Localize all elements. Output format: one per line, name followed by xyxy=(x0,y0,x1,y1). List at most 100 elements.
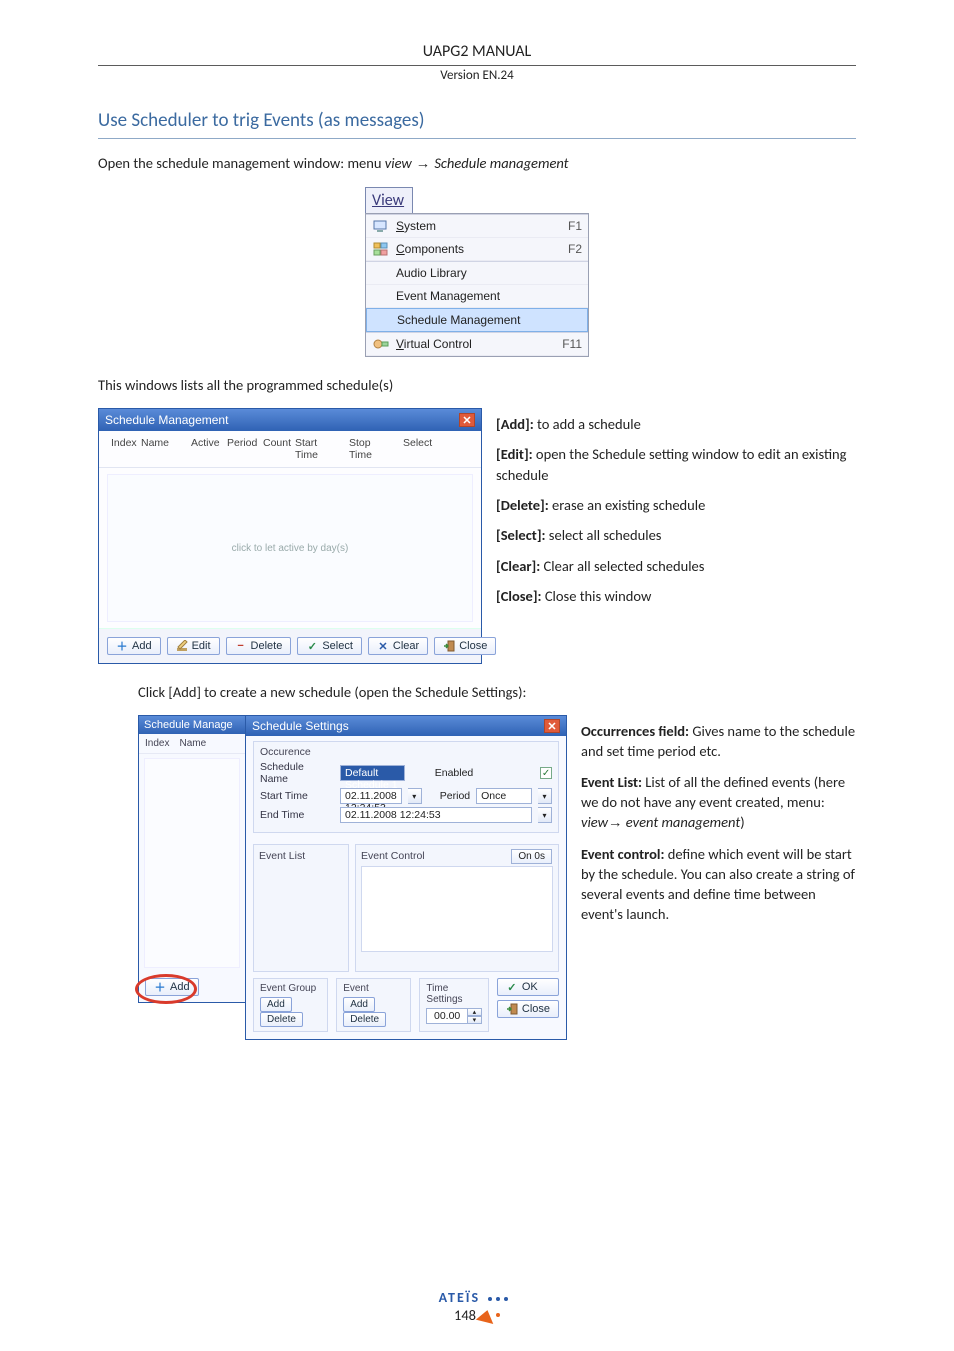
col-stop: Stop Time xyxy=(345,435,399,463)
ss-desc-occ: Occurrences field: Gives name to the sch… xyxy=(581,721,856,762)
ss-desc-occ-label: Occurrences field: xyxy=(581,722,689,740)
open-italic-schedule: Schedule management xyxy=(434,154,568,172)
clear-button[interactable]: ✕ Clear xyxy=(368,637,428,655)
header-rule xyxy=(98,65,856,66)
enabled-checkbox[interactable]: ✓ xyxy=(540,767,552,779)
btn-label: OK xyxy=(522,981,538,993)
section-heading: Use Scheduler to trig Events (as message… xyxy=(98,109,856,132)
ss-left-col-index: Index xyxy=(145,738,169,749)
desc-edit-label: [Edit]: xyxy=(496,445,533,463)
plus-icon: ＋ xyxy=(154,981,166,993)
ev-add-button[interactable]: Add xyxy=(343,997,375,1012)
eg-add-button[interactable]: Add xyxy=(260,997,292,1012)
open-schedule-line: Open the schedule management window: men… xyxy=(98,153,856,175)
spinner-down-icon[interactable]: ▾ xyxy=(468,1016,482,1024)
section-rule xyxy=(98,138,856,139)
desc-select-text: select all schedules xyxy=(546,526,662,544)
open-arrow: → xyxy=(412,156,435,172)
ss-desc-evlist-em: event management xyxy=(626,813,740,831)
ss-desc-evlist-text-b: ) xyxy=(740,813,744,831)
ss-desc-evlist: Event List: List of all the defined even… xyxy=(581,772,856,834)
view-menu-item-event-management[interactable]: Event Management xyxy=(366,285,588,308)
event-group-box: Event Group Add Delete xyxy=(253,978,328,1032)
desc-add-label: [Add]: xyxy=(496,415,534,433)
onoff-button[interactable]: On 0s xyxy=(511,849,552,864)
menu-label: Components xyxy=(396,242,562,256)
desc-clear: [Clear]: Clear all selected schedules xyxy=(496,556,856,576)
start-time-label: Start Time xyxy=(260,790,334,802)
menu-label: System xyxy=(396,219,562,233)
schedule-settings-window: Schedule Settings ✕ Occurence Schedule N… xyxy=(245,715,567,1040)
close-icon[interactable]: ✕ xyxy=(544,719,560,733)
btn-label: Select xyxy=(322,640,353,652)
dropdown-icon[interactable]: ▾ xyxy=(408,788,422,804)
desc-delete-text: erase an existing schedule xyxy=(549,496,706,514)
menu-key: F1 xyxy=(568,219,582,233)
schedule-name-input[interactable]: Default Schedule 1 xyxy=(340,765,405,781)
open-italic-view: view xyxy=(385,154,412,172)
desc-delete-label: [Delete]: xyxy=(496,496,549,514)
desc-add-text: to add a schedule xyxy=(534,415,641,433)
desc-add: [Add]: to add a schedule xyxy=(496,414,856,434)
left-add-button[interactable]: ＋ Add xyxy=(145,978,199,996)
event-control-panel: Event Control On 0s xyxy=(355,844,559,972)
menu-label: Virtual Control xyxy=(396,337,556,351)
footer-triangle-icon xyxy=(476,1308,496,1324)
col-select: Select xyxy=(399,435,435,463)
select-button[interactable]: ✓Select xyxy=(297,637,362,655)
period-select[interactable]: Once xyxy=(476,788,532,804)
desc-close: [Close]: Close this window xyxy=(496,586,856,606)
btn-label: Close xyxy=(459,640,487,652)
btn-label: Add xyxy=(170,981,190,993)
sm-placeholder: click to let active by day(s) xyxy=(107,474,473,622)
view-menu-item-audio-library[interactable]: Audio Library xyxy=(366,261,588,285)
view-menu-item-virtual-control[interactable]: Virtual Control F11 xyxy=(366,332,588,356)
list-line: This windows lists all the programmed sc… xyxy=(98,375,856,396)
virtual-control-icon xyxy=(372,336,390,352)
check-icon: ✓ xyxy=(506,981,518,993)
close-button[interactable]: Close xyxy=(434,637,496,655)
event-box: Event Add Delete xyxy=(336,978,411,1032)
ss-left-title: Schedule Manage xyxy=(139,716,245,734)
edit-button[interactable]: Edit xyxy=(167,637,220,655)
header-title: UAPG2 MANUAL xyxy=(98,42,856,61)
components-icon xyxy=(372,241,390,257)
brand-dots-icon xyxy=(485,1294,515,1304)
eg-delete-button[interactable]: Delete xyxy=(260,1012,303,1027)
view-menu-item-system[interactable]: System F1 xyxy=(366,215,588,238)
end-time-input[interactable]: 02.11.2008 12:24:53 xyxy=(340,807,532,823)
brand-text: ATEÏS xyxy=(439,1289,481,1306)
delete-button[interactable]: −Delete xyxy=(226,637,292,655)
view-menu-item-schedule-management[interactable]: Schedule Management xyxy=(366,308,588,332)
btn-label: Clear xyxy=(393,640,419,652)
btn-label: Delete xyxy=(251,640,283,652)
ss-desc-evlist-label: Event List: xyxy=(581,773,642,791)
add-button[interactable]: ＋Add xyxy=(107,637,161,655)
time-value-input[interactable]: 00.00 xyxy=(426,1008,467,1024)
event-list-panel: Event List xyxy=(253,844,349,972)
spinner-up-icon[interactable]: ▴ xyxy=(468,1008,482,1016)
ev-delete-button[interactable]: Delete xyxy=(343,1012,386,1027)
ss-desc-evlist-arrow: → xyxy=(608,815,623,831)
ok-button[interactable]: ✓ OK xyxy=(497,978,559,996)
ss-left-col-name: Name xyxy=(179,738,206,749)
view-menu-item-components[interactable]: Components F2 xyxy=(366,238,588,261)
ss-desc-evlist-view: view xyxy=(581,813,608,831)
schedule-name-label: Schedule Name xyxy=(260,761,334,785)
menu-label: Audio Library xyxy=(396,266,582,280)
schedule-manage-left: Schedule Manage Index Name ＋ Add xyxy=(138,715,246,1003)
menu-label: Schedule Management xyxy=(397,313,581,327)
system-icon xyxy=(372,218,390,234)
desc-edit: [Edit]: open the Schedule setting window… xyxy=(496,444,856,485)
view-menu-tab[interactable]: View xyxy=(365,187,413,213)
ss-close-button[interactable]: Close xyxy=(497,1000,559,1018)
col-name: Name xyxy=(137,435,187,463)
page-footer: ATEÏS 148 xyxy=(0,1289,954,1325)
x-icon: ✕ xyxy=(377,640,389,652)
dropdown-icon[interactable]: ▾ xyxy=(538,788,552,804)
start-time-input[interactable]: 02.11.2008 12:24:53 xyxy=(340,788,402,804)
event-group-header: Event Group xyxy=(260,983,321,994)
period-label: Period xyxy=(440,790,470,802)
dropdown-icon[interactable]: ▾ xyxy=(538,807,552,823)
close-icon[interactable]: ✕ xyxy=(459,413,475,427)
